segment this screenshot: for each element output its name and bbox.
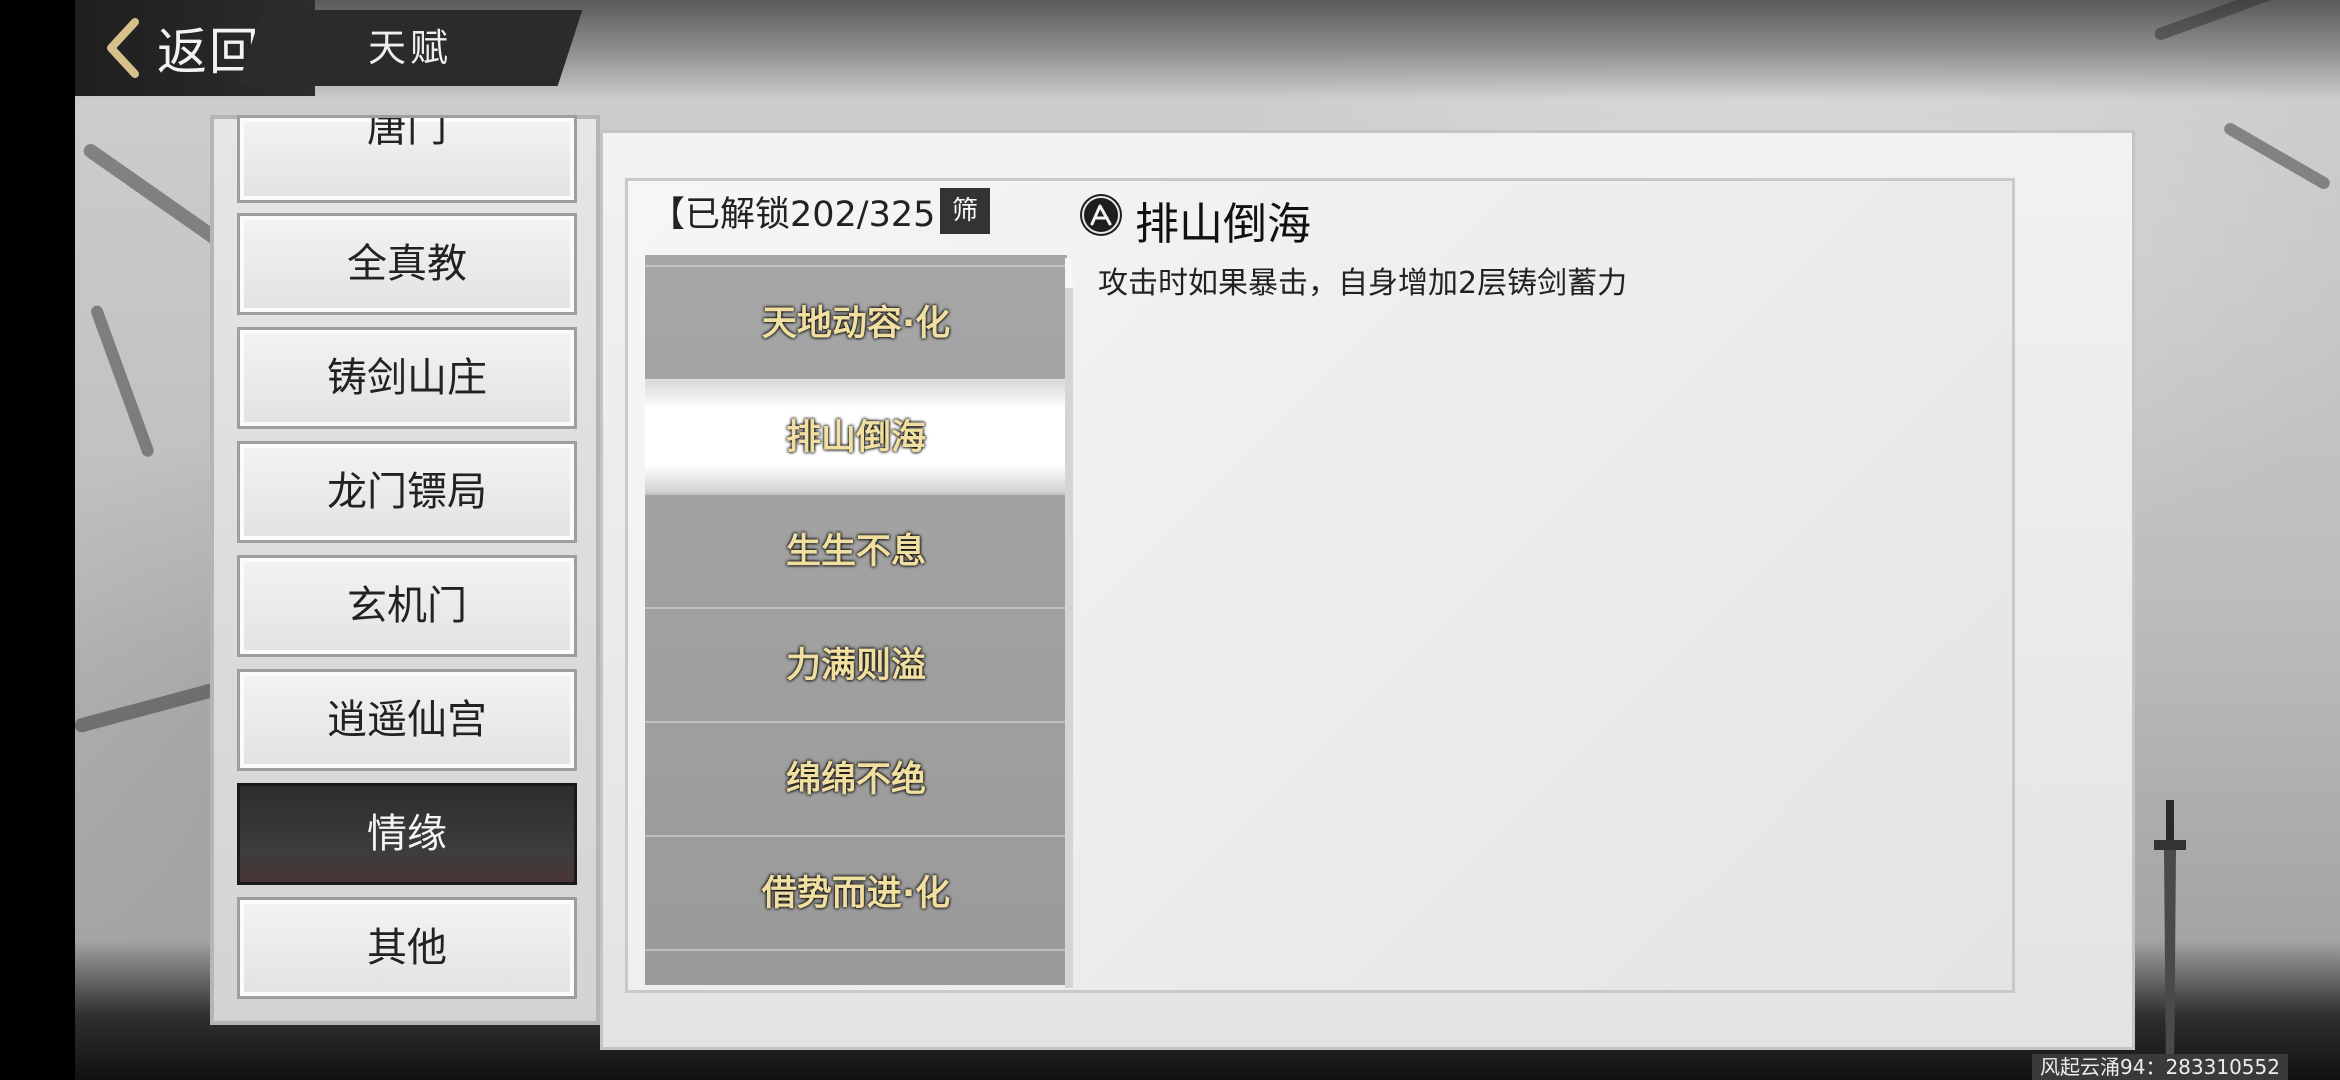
sidebar-item-label: 其他	[367, 925, 447, 971]
talent-list-scrollbar[interactable]	[1065, 258, 1073, 988]
page-title: 天赋	[367, 26, 452, 70]
talent-list-item-partial[interactable]	[645, 949, 1067, 985]
talent-description: 攻击时如果暴击，自身增加2层铸剑蓄力	[1098, 266, 1628, 301]
talent-list-item[interactable]: 借势而进·化	[645, 835, 1067, 949]
sidebar-item-partial[interactable]: 唐门	[237, 115, 577, 203]
sidebar-item-other[interactable]: 其他	[237, 897, 577, 999]
talent-emblem-icon	[1080, 194, 1122, 236]
sidebar-item-xuanji[interactable]: 玄机门	[237, 555, 577, 657]
sidebar-item-label: 铸剑山庄	[327, 355, 487, 401]
watermark: 风起云涌94：283310552	[2032, 1054, 2288, 1080]
chevron-left-icon	[107, 18, 139, 78]
sword-decoration-icon	[2154, 800, 2186, 1080]
talent-list-item-selected[interactable]: 排山倒海	[645, 379, 1067, 493]
sidebar-item-label: 逍遥仙宫	[327, 697, 487, 743]
sidebar-item-xiaoyao[interactable]: 逍遥仙宫	[237, 669, 577, 771]
scrollbar-thumb[interactable]	[1065, 258, 1073, 288]
bamboo-leaf-decoration	[89, 303, 156, 459]
talent-name: 排山倒海	[1135, 199, 1311, 250]
talent-list-item[interactable]: 天地动容·化	[645, 265, 1067, 379]
sidebar-item-qingyuan[interactable]: 情缘	[237, 783, 577, 885]
sidebar-item-quanzhen[interactable]: 全真教	[237, 213, 577, 315]
talent-list-item[interactable]: 绵绵不绝	[645, 721, 1067, 835]
bamboo-leaf-decoration	[2222, 120, 2332, 192]
sidebar-item-label: 情缘	[367, 811, 447, 857]
sidebar-item-longmen[interactable]: 龙门镖局	[237, 441, 577, 543]
sidebar-item-zhujian[interactable]: 铸剑山庄	[237, 327, 577, 429]
sidebar-item-label: 龙门镖局	[327, 469, 487, 515]
sidebar-item-label: 唐门	[367, 115, 447, 151]
talent-list[interactable]: 天地动容·化 排山倒海 生生不息 力满则溢 绵绵不绝 借势而进·化	[645, 255, 1067, 985]
talent-list-item[interactable]: 生生不息	[645, 493, 1067, 607]
talent-list-item[interactable]: 力满则溢	[645, 607, 1067, 721]
filter-button[interactable]: 筛	[940, 188, 990, 234]
unlock-count: 【已解锁202/325	[650, 195, 936, 235]
sidebar-item-label: 玄机门	[347, 583, 467, 629]
sidebar-item-label: 全真教	[347, 241, 467, 287]
